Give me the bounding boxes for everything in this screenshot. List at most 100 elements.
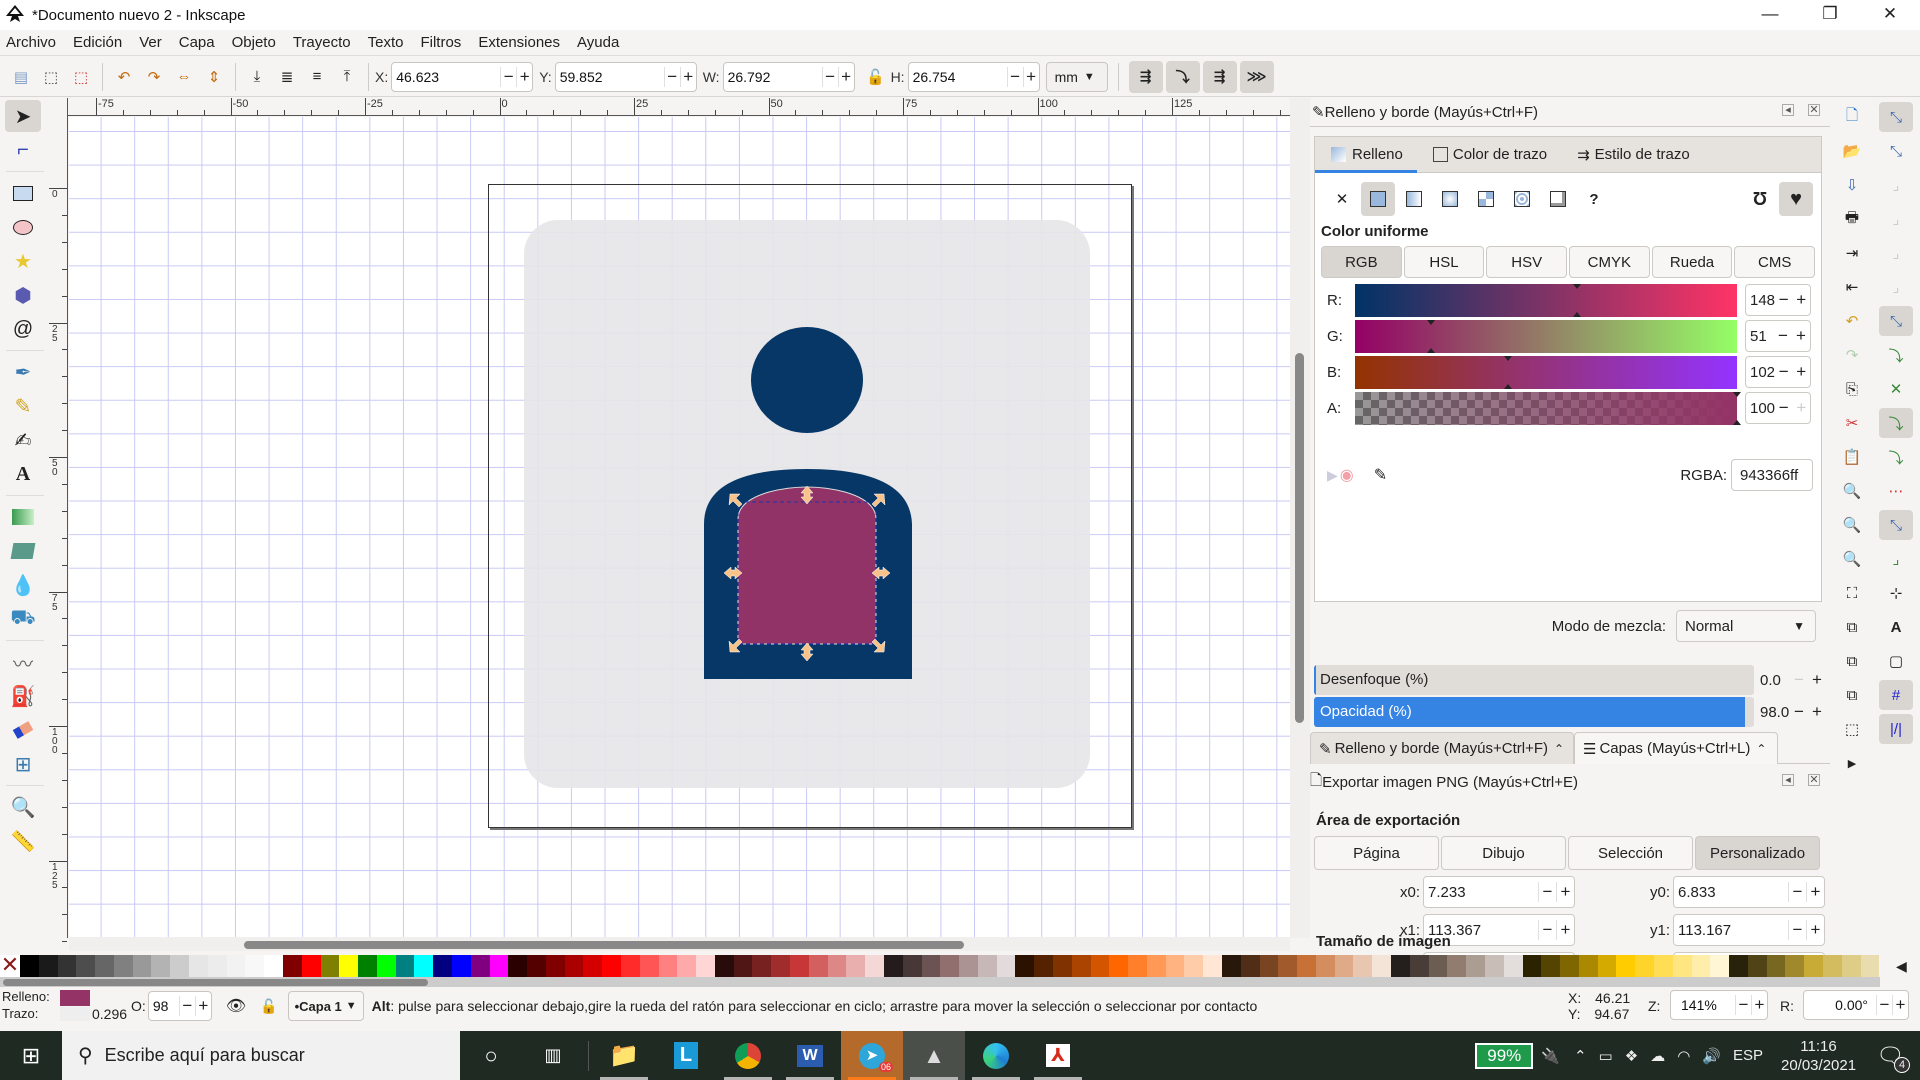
selected-inner-shape[interactable] — [737, 486, 877, 645]
dropper-tool[interactable]: 💧 — [5, 569, 41, 601]
slider-marker[interactable] — [1427, 319, 1436, 325]
horizontal-scroll-thumb[interactable] — [244, 941, 964, 949]
opacity-status-field[interactable]: 98− + — [147, 991, 212, 1021]
palette-swatch[interactable] — [564, 955, 584, 977]
palette-swatch[interactable] — [76, 955, 96, 977]
clock[interactable]: 11:16 20/03/2021 — [1781, 1037, 1856, 1075]
transform-patterns-button[interactable]: ⋙ — [1239, 60, 1274, 93]
swatch-button[interactable] — [1541, 182, 1575, 216]
b-decrement[interactable]: − — [1775, 362, 1792, 382]
tab-color-trazo[interactable]: Color de trazo — [1432, 137, 1547, 173]
palette-swatch[interactable] — [1409, 955, 1429, 977]
snap-intersections-icon[interactable]: ✕ — [1879, 374, 1913, 404]
palette-scroll-thumb[interactable] — [3, 979, 428, 986]
taskbar-edge[interactable] — [965, 1031, 1027, 1080]
taskbar-telegram[interactable]: ➤ 06 — [841, 1031, 903, 1080]
palette-swatch[interactable] — [113, 955, 133, 977]
paste-icon[interactable]: 📋 — [1835, 442, 1869, 472]
horizontal-scrollbar[interactable] — [69, 937, 1290, 951]
y1-value[interactable]: 113.167 — [1674, 922, 1788, 939]
minimize-button[interactable]: — — [1740, 0, 1800, 30]
palette-swatch[interactable] — [320, 955, 340, 977]
palette-scrollbar[interactable] — [0, 977, 1880, 987]
lower-to-bottom-icon[interactable]: ⤓ — [242, 62, 272, 92]
taskbar-search[interactable]: ⚲ Escribe aquí para buscar — [62, 1031, 460, 1080]
palette-swatch[interactable] — [959, 955, 978, 977]
zoom-page-width-icon[interactable]: ⛶ — [1835, 578, 1869, 608]
menu-edicion[interactable]: Edición — [73, 34, 122, 51]
dropbox-icon[interactable]: ❖ — [1625, 1047, 1638, 1065]
snap-others-icon[interactable]: ⤡ — [1879, 510, 1913, 540]
snap-bbox-center-icon[interactable]: ⌟ — [1879, 272, 1913, 302]
palette-swatch[interactable] — [790, 955, 809, 977]
dock-tab-layers[interactable]: ☰ Capas (Mayús+Ctrl+L) ⌃ — [1574, 732, 1778, 764]
taskbar-acrobat[interactable]: ⅄ — [1027, 1031, 1089, 1080]
blend-select[interactable]: Normal ▼ — [1676, 610, 1816, 642]
blur-decrement[interactable]: − — [1794, 670, 1804, 690]
palette-swatch[interactable] — [1015, 955, 1035, 977]
palette-swatch[interactable] — [1503, 955, 1523, 977]
opacity-decrement[interactable]: − — [1794, 702, 1804, 722]
palette-swatch[interactable] — [1222, 955, 1241, 977]
palette-swatch[interactable] — [1240, 955, 1260, 977]
palette-swatch[interactable] — [95, 955, 114, 977]
menu-capa[interactable]: Capa — [179, 34, 215, 51]
export-close-button[interactable]: ✕ — [1808, 774, 1820, 786]
pencil-tool[interactable]: ✎ — [5, 390, 41, 422]
y0-decrement[interactable]: − — [1788, 882, 1806, 902]
x0-value[interactable]: 7.233 — [1424, 884, 1538, 901]
menu-archivo[interactable]: Archivo — [6, 34, 56, 51]
g-increment[interactable]: + — [1792, 326, 1810, 346]
fill-rule-evenodd-button[interactable]: Ʊ — [1743, 182, 1777, 216]
menu-ayuda[interactable]: Ayuda — [577, 34, 619, 51]
y0-value[interactable]: 6.833 — [1674, 884, 1788, 901]
palette-swatch[interactable] — [470, 955, 490, 977]
palette-swatch[interactable] — [151, 955, 171, 977]
palette-swatch[interactable] — [1560, 955, 1579, 977]
pattern-button[interactable] — [1505, 182, 1539, 216]
palette-swatch[interactable] — [1841, 955, 1861, 977]
zoom-tool[interactable]: 🔍 — [5, 791, 41, 823]
star-tool[interactable]: ★ — [5, 245, 41, 277]
palette-swatch[interactable] — [132, 955, 152, 977]
clone-icon[interactable]: ⧉ — [1835, 646, 1869, 676]
palette-swatch[interactable] — [639, 955, 659, 977]
opacity-status-value[interactable]: 98 — [149, 998, 179, 1014]
palette-swatch[interactable] — [1766, 955, 1786, 977]
menu-extensiones[interactable]: Extensiones — [478, 34, 560, 51]
new-document-icon[interactable]: 🗋 — [1835, 102, 1869, 132]
x0-field[interactable]: 7.233− + — [1423, 876, 1575, 908]
palette-swatch[interactable] — [1034, 955, 1053, 977]
y0-field[interactable]: 6.833− + — [1673, 876, 1825, 908]
taskbar-chrome[interactable] — [717, 1031, 779, 1080]
selector-tool[interactable]: ➤ — [5, 100, 41, 132]
dock-collapse-button[interactable]: ◂ — [1782, 104, 1794, 116]
rotate-cw-icon[interactable]: ↷ — [139, 62, 169, 92]
y-value[interactable]: 59.852 — [556, 69, 664, 85]
r-slider[interactable] — [1355, 283, 1737, 317]
palette-swatch[interactable] — [1428, 955, 1448, 977]
snap-centers-icon[interactable]: ⌟ — [1879, 544, 1913, 574]
cut-icon[interactable]: ✂ — [1835, 408, 1869, 438]
mesh-gradient-button[interactable] — [1469, 182, 1503, 216]
copy-icon[interactable]: ⎘ — [1835, 374, 1869, 404]
spiral-tool[interactable]: @ — [5, 313, 41, 345]
mode-rgb[interactable]: RGB — [1321, 246, 1402, 278]
palette-swatch[interactable] — [1052, 955, 1072, 977]
w-value[interactable]: 26.792 — [724, 69, 822, 85]
color-ring-icon[interactable]: ◉ — [1340, 465, 1354, 485]
unlink-clone-icon[interactable]: ⧉ — [1835, 680, 1869, 710]
connector-tool[interactable]: ⊞ — [5, 748, 41, 780]
g-value[interactable]: 51 — [1746, 328, 1774, 345]
palette-swatch[interactable] — [1484, 955, 1504, 977]
palette-swatch[interactable] — [395, 955, 415, 977]
palette-swatch[interactable] — [1146, 955, 1166, 977]
gradient-tool[interactable] — [5, 501, 41, 533]
snap-bbox-midpoint-icon[interactable]: ⌟ — [1879, 238, 1913, 268]
snap-grid-icon[interactable]: # — [1879, 680, 1913, 710]
palette-swatch[interactable] — [489, 955, 509, 977]
zoom-increment[interactable]: + — [1751, 995, 1767, 1015]
more-commands-icon[interactable]: ▶ — [1835, 748, 1869, 778]
y-decrement[interactable]: − — [663, 66, 680, 87]
flat-color-button[interactable] — [1361, 182, 1395, 216]
